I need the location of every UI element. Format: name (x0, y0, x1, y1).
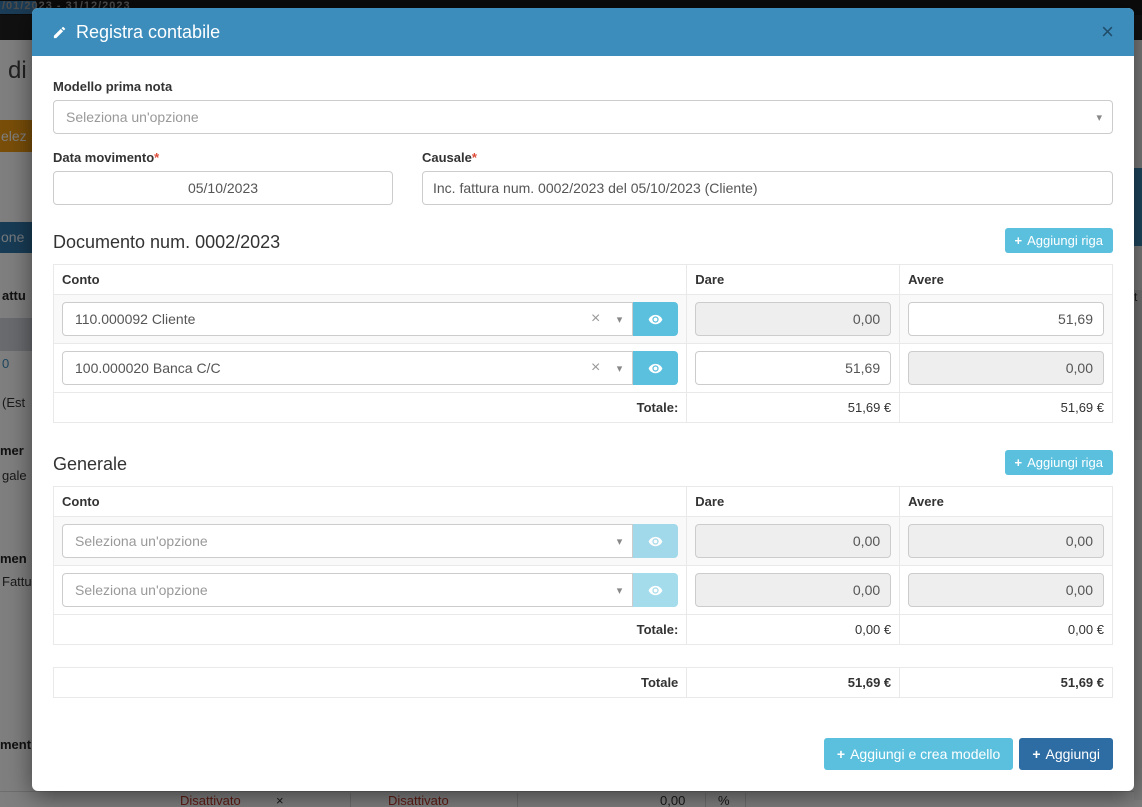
table-row: Seleziona un'opzione ▾ (54, 517, 1113, 566)
avere-input[interactable] (908, 302, 1104, 336)
required-asterisk: * (154, 150, 159, 165)
documento-total-row: Totale: 51,69 € 51,69 € (54, 393, 1113, 423)
table-row: 110.000092 Cliente × ▾ (54, 295, 1113, 344)
modal-title-text: Registra contabile (76, 22, 220, 43)
causale-label: Causale* (422, 150, 1113, 165)
plus-icon: + (837, 746, 845, 762)
conto-select[interactable]: 100.000020 Banca C/C × ▾ (62, 351, 633, 385)
eye-icon (648, 534, 663, 549)
documento-total-avere: 51,69 € (900, 393, 1113, 423)
screen: /01/2023 - 31/12/2023 di elez one attu 0… (0, 0, 1142, 807)
grand-total-dare: 51,69 € (687, 668, 900, 698)
modal-title: Registra contabile (52, 22, 220, 43)
dare-input (695, 302, 891, 336)
registra-contabile-modal: Registra contabile × Modello prima nota … (32, 8, 1134, 791)
data-movimento-input[interactable] (53, 171, 393, 205)
view-account-button (633, 573, 678, 607)
generale-table: Conto Dare Avere Seleziona un'opzione ▾ (53, 486, 1113, 645)
generale-total-dare: 0,00 € (687, 615, 900, 645)
generale-section-title: Generale (53, 454, 127, 475)
table-row: 100.000020 Banca C/C × ▾ (54, 344, 1113, 393)
dare-input (695, 573, 891, 607)
causale-input[interactable] (422, 171, 1113, 205)
pencil-icon (52, 25, 67, 40)
documento-section-title: Documento num. 0002/2023 (53, 232, 280, 253)
dare-input[interactable] (695, 351, 891, 385)
view-account-button (633, 524, 678, 558)
chevron-down-icon: ▾ (617, 584, 623, 597)
generale-add-row-button[interactable]: + Aggiungi riga (1005, 450, 1113, 475)
required-asterisk: * (472, 150, 477, 165)
documento-add-row-button[interactable]: + Aggiungi riga (1005, 228, 1113, 253)
grand-total-row: Totale 51,69 € 51,69 € (54, 668, 1113, 698)
conto-select[interactable]: Seleziona un'opzione ▾ (62, 524, 633, 558)
modello-label: Modello prima nota (53, 79, 1113, 94)
plus-icon: + (1032, 746, 1040, 762)
avere-input (908, 524, 1104, 558)
modello-select[interactable]: Seleziona un'opzione ▾ (53, 100, 1113, 134)
generale-total-row: Totale: 0,00 € 0,00 € (54, 615, 1113, 645)
plus-icon: + (1015, 233, 1023, 248)
eye-icon (648, 583, 663, 598)
clear-selection-icon[interactable]: × (591, 310, 600, 328)
eye-icon (648, 361, 663, 376)
modal-footer: + Aggiungi e crea modello + Aggiungi (32, 738, 1134, 791)
data-movimento-label: Data movimento* (53, 150, 393, 165)
col-header-conto: Conto (54, 265, 687, 295)
documento-table: Conto Dare Avere 110.000092 Cliente × (53, 264, 1113, 423)
col-header-avere: Avere (900, 487, 1113, 517)
col-header-avere: Avere (900, 265, 1113, 295)
eye-icon (648, 312, 663, 327)
documento-total-label: Totale: (54, 393, 687, 423)
generale-total-avere: 0,00 € (900, 615, 1113, 645)
avere-input (908, 573, 1104, 607)
chevron-down-icon: ▾ (1096, 111, 1102, 124)
modal-body: Modello prima nota Seleziona un'opzione … (32, 56, 1134, 738)
add-button[interactable]: + Aggiungi (1019, 738, 1113, 770)
conto-select[interactable]: 110.000092 Cliente × ▾ (62, 302, 633, 336)
conto-select[interactable]: Seleziona un'opzione ▾ (62, 573, 633, 607)
grand-total-avere: 51,69 € (900, 668, 1113, 698)
col-header-dare: Dare (687, 487, 900, 517)
chevron-down-icon: ▾ (617, 313, 623, 326)
close-icon[interactable]: × (1101, 21, 1114, 43)
clear-selection-icon[interactable]: × (591, 359, 600, 377)
chevron-down-icon: ▾ (617, 535, 623, 548)
view-account-button[interactable] (633, 351, 678, 385)
documento-total-dare: 51,69 € (687, 393, 900, 423)
view-account-button[interactable] (633, 302, 678, 336)
dare-input (695, 524, 891, 558)
modello-select-placeholder: Seleziona un'opzione (66, 109, 199, 125)
col-header-dare: Dare (687, 265, 900, 295)
modal-header: Registra contabile × (32, 8, 1134, 56)
generale-total-label: Totale: (54, 615, 687, 645)
add-and-create-template-button[interactable]: + Aggiungi e crea modello (824, 738, 1013, 770)
grand-total-label: Totale (54, 668, 687, 698)
col-header-conto: Conto (54, 487, 687, 517)
table-row: Seleziona un'opzione ▾ (54, 566, 1113, 615)
chevron-down-icon: ▾ (617, 362, 623, 375)
grand-total-table: Totale 51,69 € 51,69 € (53, 667, 1113, 698)
plus-icon: + (1015, 455, 1023, 470)
avere-input (908, 351, 1104, 385)
